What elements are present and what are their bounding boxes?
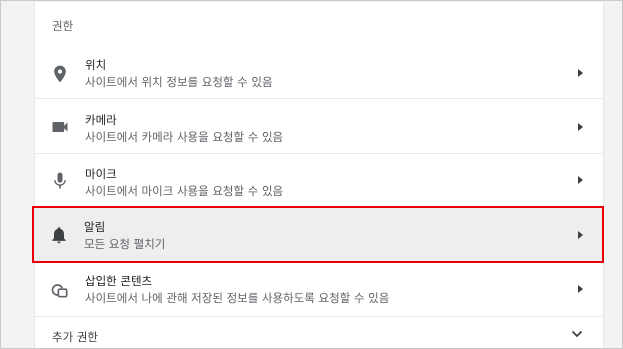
arrow-right-icon xyxy=(578,69,583,77)
permission-title: 마이크 xyxy=(85,167,117,181)
arrow-right-icon xyxy=(578,231,583,239)
permission-subtitle: 사이트에서 나에 관해 저장된 정보를 사용하도록 요청할 수 있음 xyxy=(85,291,390,305)
bell-icon xyxy=(52,227,66,244)
more-permissions-label: 추가 권한 xyxy=(52,330,98,344)
chevron-down-icon xyxy=(571,330,583,338)
permission-title: 카메라 xyxy=(85,113,117,127)
permission-row-notifications[interactable]: 알림 모든 요청 펼치기 xyxy=(32,206,604,263)
permission-title: 위치 xyxy=(85,58,107,72)
permission-row-location[interactable]: 위치 사이트에서 위치 정보를 요청할 수 있음 xyxy=(35,44,603,98)
arrow-right-icon xyxy=(578,176,583,184)
permission-row-embedded-content[interactable]: 삽입한 콘텐츠 사이트에서 나에 관해 저장된 정보를 사용하도록 요청할 수 … xyxy=(35,263,603,316)
camera-icon xyxy=(52,122,68,132)
microphone-icon xyxy=(54,172,66,189)
settings-window: 권한 위치 사이트에서 위치 정보를 요청할 수 있음 카메라 사이트에서 카메… xyxy=(0,0,623,349)
permissions-card: 권한 위치 사이트에서 위치 정보를 요청할 수 있음 카메라 사이트에서 카메… xyxy=(32,2,604,348)
permission-subtitle: 모든 요청 펼치기 xyxy=(84,237,166,251)
section-title: 권한 xyxy=(52,19,74,33)
permission-title: 삽입한 콘텐츠 xyxy=(85,274,153,288)
location-pin-icon xyxy=(54,65,66,83)
permission-subtitle: 사이트에서 위치 정보를 요청할 수 있음 xyxy=(85,75,273,89)
permission-title: 알림 xyxy=(84,220,106,234)
permission-subtitle: 사이트에서 마이크 사용을 요청할 수 있음 xyxy=(85,184,284,198)
permission-subtitle: 사이트에서 카메라 사용을 요청할 수 있음 xyxy=(85,130,284,144)
embedded-content-icon xyxy=(51,284,68,298)
permission-row-microphone[interactable]: 마이크 사이트에서 마이크 사용을 요청할 수 있음 xyxy=(35,153,603,206)
more-permissions-row[interactable]: 추가 권한 xyxy=(35,316,603,348)
arrow-right-icon xyxy=(578,123,583,131)
arrow-right-icon xyxy=(578,285,583,293)
permission-row-camera[interactable]: 카메라 사이트에서 카메라 사용을 요청할 수 있음 xyxy=(35,98,603,153)
